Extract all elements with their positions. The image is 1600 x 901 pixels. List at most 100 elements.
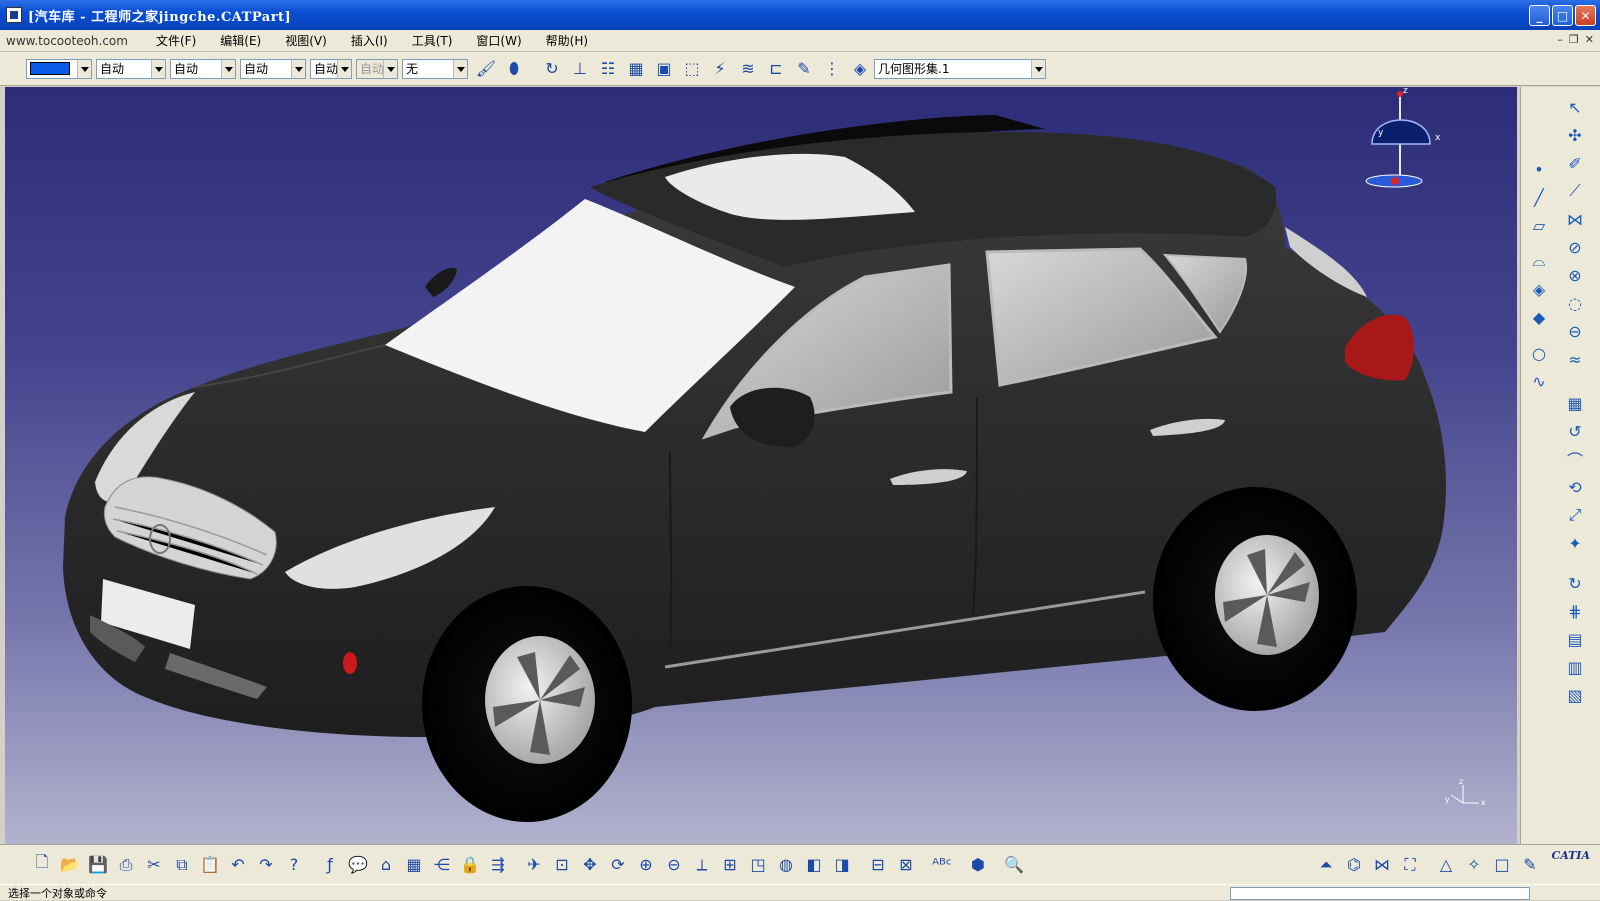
spell-check-icon[interactable]: ᴬᴮᶜ: [930, 853, 954, 877]
iso-view-icon[interactable]: ◳: [746, 853, 770, 877]
tree-icon[interactable]: ⋲: [430, 853, 454, 877]
chevron-down-icon[interactable]: [337, 59, 351, 78]
pattern-icon[interactable]: ⋕: [1563, 599, 1587, 623]
color-combo[interactable]: [26, 58, 92, 79]
new-file-icon[interactable]: 🗋: [30, 852, 54, 877]
plane-icon[interactable]: ▱: [1527, 213, 1551, 237]
split-icon[interactable]: ⊘: [1563, 235, 1587, 259]
analysis-icon[interactable]: 🔍: [1002, 853, 1026, 877]
fit-all-icon[interactable]: ⊡: [550, 853, 574, 877]
zoom-out-icon[interactable]: ⊖: [662, 853, 686, 877]
affinity-icon[interactable]: ⤢: [1563, 503, 1587, 527]
point-symbol-combo[interactable]: 自动: [240, 58, 306, 79]
catia-app-icon[interactable]: [6, 7, 22, 23]
zoom-in-icon[interactable]: ⊕: [634, 853, 658, 877]
scaling-icon[interactable]: ⟲: [1563, 475, 1587, 499]
minimize-button[interactable]: _: [1529, 5, 1550, 26]
shading-icon[interactable]: ◍: [774, 853, 798, 877]
snap-to-point-icon[interactable]: ✣: [1563, 123, 1587, 147]
whats-this-icon[interactable]: ?: [282, 853, 306, 877]
save-icon[interactable]: 💾: [86, 853, 110, 877]
vertical-dots-icon[interactable]: ⋮: [820, 57, 844, 81]
tree-structure-icon[interactable]: ☷: [596, 57, 620, 81]
chevron-down-icon[interactable]: [291, 59, 305, 78]
doc-close-icon[interactable]: ✕: [1585, 33, 1594, 46]
geometric-set-icon[interactable]: ◈: [848, 57, 872, 81]
axis-to-axis-icon[interactable]: ✦: [1563, 531, 1587, 555]
doc-minimize-icon[interactable]: –: [1557, 33, 1563, 46]
boundary-icon[interactable]: ◌: [1563, 291, 1587, 315]
material-icon[interactable]: ⬢: [966, 853, 990, 877]
fillet-icon[interactable]: ≈: [1563, 347, 1587, 371]
select-arrow-icon[interactable]: ↖: [1563, 95, 1587, 119]
surface-analysis-icon[interactable]: ⌬: [1342, 853, 1366, 877]
copy-icon[interactable]: ⧉: [170, 853, 194, 877]
snap-icon[interactable]: ⚡: [708, 57, 732, 81]
update-icon[interactable]: ⇶: [486, 853, 510, 877]
circle-icon[interactable]: ○: [1527, 341, 1551, 365]
table-icon[interactable]: ▦: [402, 853, 426, 877]
menu-edit[interactable]: 编辑(E): [208, 32, 273, 49]
powercopy-icon[interactable]: ▥: [1563, 655, 1587, 679]
extract-icon[interactable]: ⊖: [1563, 319, 1587, 343]
car-model-view[interactable]: y x z z x y: [5, 87, 1517, 844]
menu-file[interactable]: 文件(F): [144, 32, 208, 49]
work-on-support-icon[interactable]: ▣: [652, 57, 676, 81]
connect-checker-icon[interactable]: ⋈: [1370, 853, 1394, 877]
rotate-icon[interactable]: ↺: [1563, 419, 1587, 443]
linetype-combo[interactable]: 自动: [96, 58, 166, 79]
layer-combo[interactable]: 自动: [310, 58, 352, 79]
compass-widget[interactable]: y x z: [1365, 87, 1441, 188]
trim-icon[interactable]: ⊗: [1563, 263, 1587, 287]
doc-restore-icon[interactable]: ❐: [1569, 33, 1579, 46]
close-button[interactable]: ✕: [1575, 5, 1596, 26]
command-input[interactable]: [1230, 887, 1530, 900]
paint-bucket-icon[interactable]: ⬮: [502, 57, 526, 81]
measure-item-icon[interactable]: ⊠: [894, 853, 918, 877]
catalog-icon[interactable]: ▤: [1563, 627, 1587, 651]
hide-show-icon[interactable]: ◧: [802, 853, 826, 877]
menu-tools[interactable]: 工具(T): [400, 32, 465, 49]
geometric-set-combo[interactable]: 几何图形集.1: [874, 58, 1046, 79]
fly-mode-icon[interactable]: ✈: [522, 853, 546, 877]
extrude-surface-icon[interactable]: ⌓: [1527, 249, 1551, 273]
grid-icon[interactable]: ▦: [624, 57, 648, 81]
curve-analysis-icon[interactable]: ⏶: [1314, 853, 1338, 877]
formula-icon[interactable]: ƒ: [318, 853, 342, 877]
pan-icon[interactable]: ✥: [578, 853, 602, 877]
chevron-down-icon[interactable]: [77, 59, 91, 78]
knowledge-icon[interactable]: ⌂: [374, 853, 398, 877]
3d-viewport[interactable]: y x z z x y: [5, 87, 1517, 844]
translate-icon[interactable]: ▦: [1563, 391, 1587, 415]
point-icon[interactable]: •: [1527, 157, 1551, 181]
sketch-icon[interactable]: ✐: [1563, 151, 1587, 175]
menu-insert[interactable]: 插入(I): [339, 32, 400, 49]
quick-view-icon[interactable]: ✎: [1518, 853, 1542, 877]
chevron-down-icon[interactable]: [1031, 59, 1045, 78]
chevron-down-icon[interactable]: [221, 59, 235, 78]
cut-icon[interactable]: ✂: [142, 853, 166, 877]
axis-system-icon[interactable]: ⊥: [568, 57, 592, 81]
open-folder-icon[interactable]: 📂: [58, 853, 82, 877]
join-icon[interactable]: ⋈: [1563, 207, 1587, 231]
chevron-down-icon[interactable]: [453, 59, 467, 78]
hierarchy-icon[interactable]: ⊏: [764, 57, 788, 81]
redo-icon[interactable]: ↷: [254, 853, 278, 877]
chevron-down-icon[interactable]: [151, 59, 165, 78]
sketch-tools-icon[interactable]: ✎: [792, 57, 816, 81]
swap-space-icon[interactable]: ◨: [830, 853, 854, 877]
painter-brush-icon[interactable]: 🖌: [474, 57, 498, 81]
extrapolate-icon[interactable]: ↻: [1563, 571, 1587, 595]
layer-filter-combo[interactable]: 无: [402, 58, 468, 79]
menu-window[interactable]: 窗口(W): [464, 32, 533, 49]
measure-between-icon[interactable]: ⊟: [866, 853, 890, 877]
offset-surface-icon[interactable]: ◈: [1527, 277, 1551, 301]
menu-view[interactable]: 视图(V): [273, 32, 339, 49]
menu-help[interactable]: 帮助(H): [534, 32, 600, 49]
helix-icon[interactable]: ↻: [540, 57, 564, 81]
print-icon[interactable]: ⎙: [114, 853, 138, 877]
multi-view-icon[interactable]: ⊞: [718, 853, 742, 877]
comment-icon[interactable]: 💬: [346, 853, 370, 877]
surface-icon[interactable]: ≋: [736, 57, 760, 81]
box-icon[interactable]: ⬚: [680, 57, 704, 81]
